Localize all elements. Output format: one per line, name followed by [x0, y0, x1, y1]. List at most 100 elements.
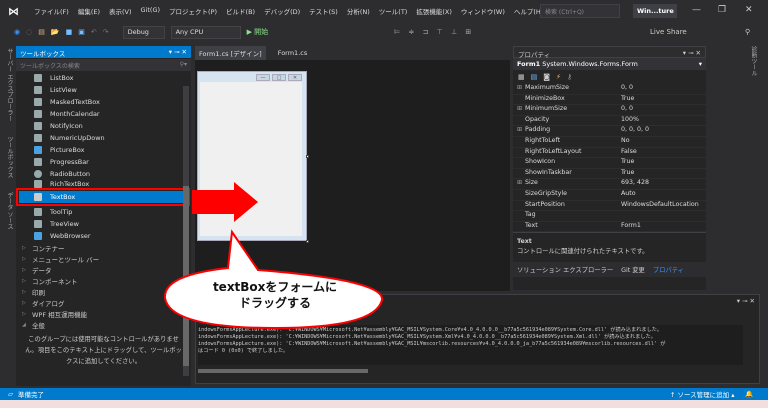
properties-icon[interactable]: ◙	[543, 73, 550, 81]
property-value[interactable]: 0, 0, 0, 0	[621, 126, 649, 136]
group-dialogs[interactable]: ▷ ダイアログ	[16, 297, 191, 308]
back-icon[interactable]: ◉	[14, 28, 20, 36]
save-icon[interactable]: ■	[66, 28, 73, 36]
resize-handle[interactable]	[306, 240, 309, 243]
menu-extensions[interactable]: 拡張機能(X)	[416, 6, 452, 16]
events-icon[interactable]: ⚡	[556, 73, 561, 81]
property-pages-icon[interactable]: ⚷	[567, 73, 572, 81]
tab-form1-design[interactable]: Form1.cs [デザイン]	[195, 45, 266, 60]
search-input[interactable]: 検索 (Ctrl+Q)	[540, 4, 620, 18]
resize-handle[interactable]	[306, 155, 309, 158]
toolbox-item[interactable]: MaskedTextBox	[16, 96, 191, 108]
tab-form1-code[interactable]: Form1.cs	[274, 47, 312, 59]
group-wpf[interactable]: ▷ WPF 相互運用機能	[16, 308, 191, 319]
layout-tools-icon[interactable]: ⊨ ≑ ⊐ ⊤ ⊥ ⊞	[394, 28, 474, 36]
property-row[interactable]: SizeGripStyle Auto	[513, 190, 706, 201]
property-value[interactable]: 0, 0	[621, 84, 633, 94]
toolbox-search[interactable]: ツールボックスの検索 ⚲▾	[16, 59, 191, 71]
toolbox-tab[interactable]: ツールボックス	[0, 136, 14, 178]
property-row[interactable]: ⊞ Size 693, 428	[513, 179, 706, 190]
live-share-button[interactable]: Live Share	[650, 28, 687, 36]
property-row[interactable]: ShowIcon True	[513, 158, 706, 169]
scroll-thumb[interactable]	[183, 186, 189, 366]
platform-dropdown[interactable]: Any CPU	[170, 25, 241, 39]
tab-git-changes[interactable]: Git 変更	[621, 265, 645, 274]
property-row[interactable]: ⊞ MinimumSize 0, 0	[513, 105, 706, 116]
menu-analyze[interactable]: 分析(N)	[347, 6, 370, 16]
menu-project[interactable]: プロジェクト(P)	[169, 6, 217, 16]
toolbox-item[interactable]: NumericUpDown	[16, 132, 191, 144]
property-row[interactable]: ⊞ Padding 0, 0, 0, 0	[513, 126, 706, 137]
toolbox-item[interactable]: TreeView	[16, 218, 191, 230]
property-row[interactable]: Tag	[513, 211, 706, 222]
toolbox-scrollbar[interactable]	[183, 86, 189, 376]
minimize-button[interactable]: —	[692, 5, 701, 15]
menu-file[interactable]: ファイル(F)	[34, 6, 69, 16]
group-menus[interactable]: ▷ メニューとツール バー	[16, 253, 191, 264]
property-value[interactable]: Form1	[621, 222, 641, 232]
close-button[interactable]: ✕	[745, 5, 753, 15]
start-button[interactable]: ▶ 開始	[247, 27, 269, 37]
output-text[interactable]: indowsFormsAppLecture.exe): 'C:¥WINDOWS¥…	[198, 325, 743, 365]
add-to-source-control-button[interactable]: ↑ ソース管理に追加 ▴	[670, 389, 735, 399]
menu-debug[interactable]: デバッグ(D)	[264, 6, 300, 16]
property-value[interactable]: True	[621, 158, 634, 168]
group-printing[interactable]: ▷ 印刷	[16, 286, 191, 297]
property-row[interactable]: ⊞ MaximumSize 0, 0	[513, 84, 706, 95]
menu-edit[interactable]: 編集(E)	[78, 6, 100, 16]
property-value[interactable]: WindowsDefaultLocation	[621, 201, 699, 211]
toolbox-item[interactable]: RichTextBox	[16, 180, 191, 188]
property-row[interactable]: RightToLeft No	[513, 137, 706, 148]
group-components[interactable]: ▷ コンポーネント	[16, 275, 191, 286]
tab-solution-explorer[interactable]: ソリューション エクスプローラー	[517, 265, 613, 274]
save-all-icon[interactable]: ▣	[78, 28, 85, 36]
group-containers[interactable]: ▷ コンテナー	[16, 242, 191, 253]
server-explorer-tab[interactable]: サーバー エクスプローラー	[0, 48, 14, 122]
data-sources-tab[interactable]: データ ソース	[0, 192, 14, 230]
undo-icon[interactable]: ↶	[91, 28, 97, 36]
property-value[interactable]: 693, 428	[621, 179, 649, 189]
tab-properties[interactable]: プロパティ	[653, 265, 684, 274]
toolbox-item[interactable]: WebBrowser	[16, 230, 191, 242]
alphabetical-icon[interactable]: ▤	[531, 73, 538, 81]
menu-build[interactable]: ビルド(B)	[226, 6, 255, 16]
menu-tools[interactable]: ツール(T)	[379, 6, 408, 16]
object-selector[interactable]: Form1 System.Windows.Forms.Form ▾	[513, 58, 706, 70]
horizontal-scrollbar[interactable]	[198, 369, 368, 373]
property-row[interactable]: MinimizeBox True	[513, 95, 706, 106]
new-project-icon[interactable]: ▤	[38, 28, 45, 36]
menu-help[interactable]: ヘルプ(H)	[514, 6, 543, 16]
property-row[interactable]: RightToLeftLayout False	[513, 148, 706, 159]
maximize-button[interactable]: ❐	[718, 5, 726, 15]
property-value[interactable]: True	[621, 169, 634, 179]
property-row[interactable]: StartPosition WindowsDefaultLocation	[513, 201, 706, 212]
open-icon[interactable]: 📂	[51, 28, 60, 36]
group-general[interactable]: ◢ 全般	[16, 319, 191, 330]
toolbox-item[interactable]: RadioButton	[16, 168, 191, 180]
property-value[interactable]: Auto	[621, 190, 636, 200]
form-client-area[interactable]	[200, 82, 302, 236]
categorized-icon[interactable]: ▦	[518, 73, 525, 81]
menu-view[interactable]: 表示(V)	[109, 6, 132, 16]
property-value[interactable]: No	[621, 137, 630, 147]
menu-git[interactable]: Git(G)	[141, 6, 161, 16]
pin-close-icon[interactable]: ▾ ⊸ ✕	[683, 49, 701, 57]
redo-icon[interactable]: ↷	[103, 28, 109, 36]
property-value[interactable]: 0, 0	[621, 105, 633, 115]
toolbox-item[interactable]: PictureBox	[16, 144, 191, 156]
property-value[interactable]: True	[621, 95, 634, 105]
toolbox-item[interactable]: MonthCalendar	[16, 108, 191, 120]
notifications-icon[interactable]: 🔔	[745, 390, 753, 398]
toolbox-item[interactable]: ToolTip	[16, 206, 191, 218]
property-row[interactable]: ShowInTaskbar True	[513, 169, 706, 180]
toolbox-item[interactable]: ListView	[16, 84, 191, 96]
toolbox-item-textbox[interactable]: TextBox	[16, 188, 190, 206]
property-value[interactable]: 100%	[621, 116, 639, 126]
menu-window[interactable]: ウィンドウ(W)	[461, 6, 505, 16]
toolbox-item[interactable]: ListBox	[16, 72, 191, 84]
property-row[interactable]: Text Form1	[513, 222, 706, 233]
diagnostic-tools-tab[interactable]: 診断ツール	[744, 46, 758, 146]
form1-window[interactable]: — □ ✕	[197, 71, 309, 243]
config-dropdown[interactable]: Debug	[122, 25, 165, 39]
pin-close-icon[interactable]: ▾ ⊸ ✕	[169, 48, 187, 56]
